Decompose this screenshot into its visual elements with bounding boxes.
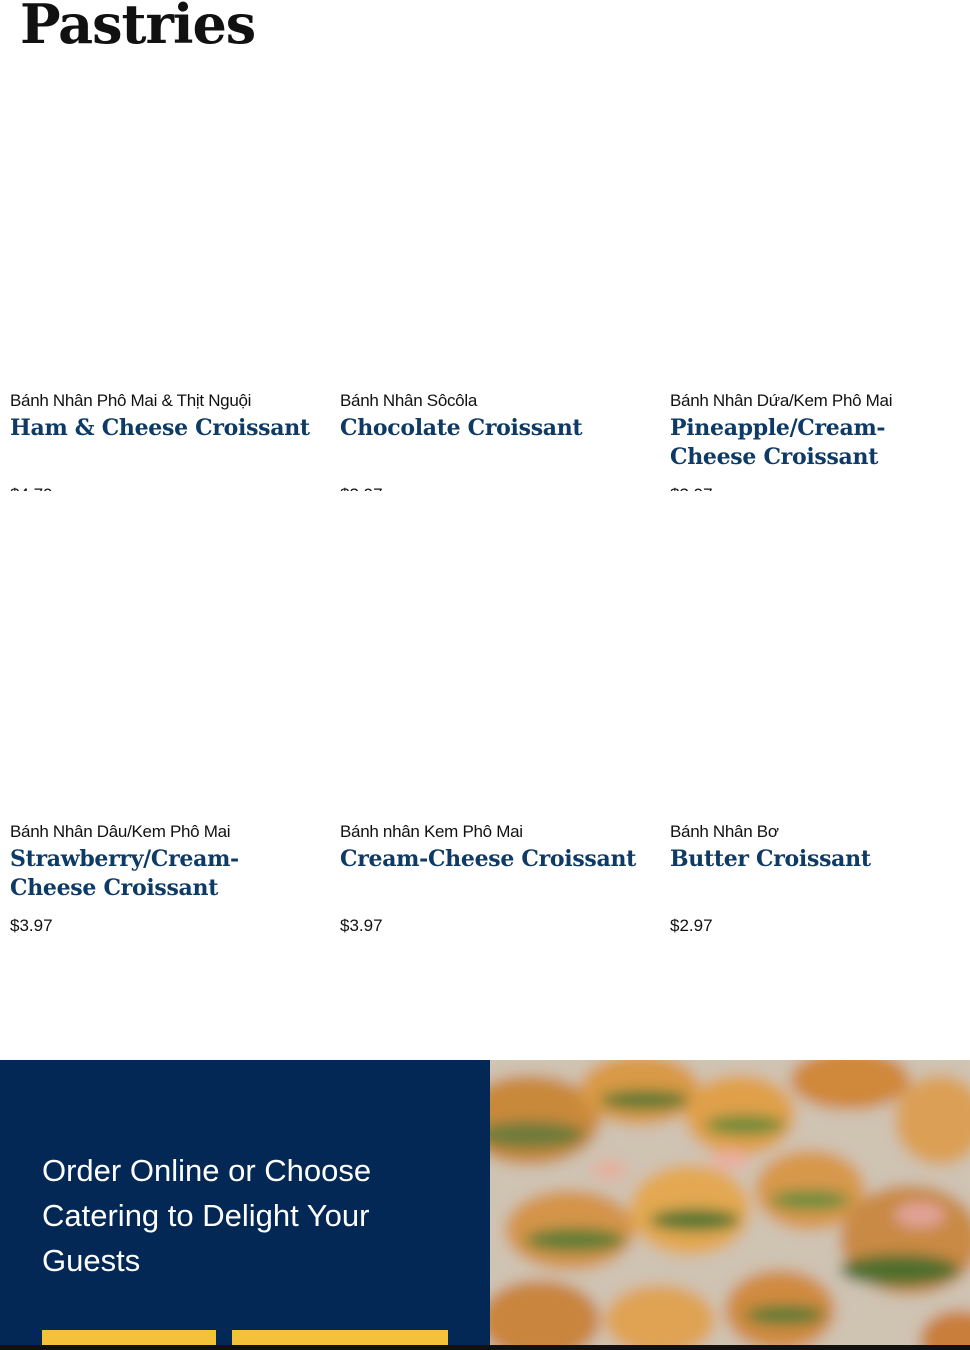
item-vietnamese-name: Bánh Nhân Phô Mai & Thịt Nguội [10,391,252,410]
item-image[interactable] [340,60,640,380]
page-title: Pastries [20,0,256,56]
bottom-edge-bar [0,1345,970,1350]
menu-item[interactable]: Bánh Nhân Dâu/Kem Phô Mai Strawberry/Cre… [0,491,330,935]
item-name[interactable]: Butter Croissant [670,845,962,874]
item-image[interactable] [670,491,950,811]
promo-heading: Order Online or Choose Catering to Delig… [42,1153,372,1278]
item-vietnamese-name: Bánh Nhân Dứa/Kem Phô Mai [670,391,893,410]
menu-item[interactable]: Bánh Nhân Sôcôla Chocolate Croissant $3.… [330,60,660,504]
item-vietnamese-name: Bánh Nhân Bơ [670,822,779,841]
menu-item[interactable]: Bánh nhân Kem Phô Mai Cream-Cheese Crois… [330,491,660,935]
item-image[interactable] [670,60,950,380]
item-price: $2.97 [670,916,713,935]
item-image[interactable] [10,491,310,811]
item-price: $3.97 [10,916,53,935]
item-vietnamese-name: Bánh nhân Kem Phô Mai [340,822,523,841]
item-image[interactable] [340,491,640,811]
item-name[interactable]: Ham & Cheese Croissant [10,414,322,443]
item-image[interactable] [10,60,310,380]
item-name[interactable]: Cream-Cheese Croissant [340,845,652,874]
item-price: $3.97 [340,916,383,935]
menu-item[interactable]: Bánh Nhân Bơ Butter Croissant $2.97 [660,491,970,935]
pastries-grid: Bánh Nhân Phô Mai & Thịt Nguội Ham & Che… [0,60,970,935]
menu-item[interactable]: Bánh Nhân Phô Mai & Thịt Nguội Ham & Che… [0,60,330,504]
promo-sandwich-photo [490,1060,970,1350]
catering-promo-banner: Order Online or Choose Catering to Delig… [0,1060,970,1350]
item-name[interactable]: Chocolate Croissant [340,414,652,443]
promo-panel: Order Online or Choose Catering to Delig… [0,1060,490,1350]
item-vietnamese-name: Bánh Nhân Dâu/Kem Phô Mai [10,822,231,841]
menu-item[interactable]: Bánh Nhân Dứa/Kem Phô Mai Pineapple/Crea… [660,60,970,504]
item-vietnamese-name: Bánh Nhân Sôcôla [340,391,477,410]
item-name[interactable]: Pineapple/Cream-Cheese Croissant [670,414,962,472]
item-name[interactable]: Strawberry/Cream-Cheese Croissant [10,845,322,903]
